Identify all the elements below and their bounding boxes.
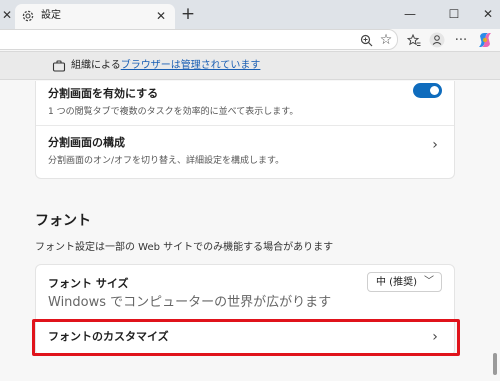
window-close-icon[interactable]: ✕ [470, 2, 500, 26]
minimize-icon[interactable]: — [392, 2, 428, 26]
font-size-select[interactable]: 中 (推奨) ﹀ [367, 272, 442, 292]
chevron-right-icon[interactable]: › [430, 138, 440, 152]
copilot-icon[interactable] [476, 31, 494, 49]
split-screen-card: 分割画面を有効にする 1 つの閲覧タブで複数のタスクを効率的に並べて表示します。… [35, 81, 455, 179]
briefcase-icon [52, 60, 66, 72]
gear-icon [22, 10, 34, 22]
managed-browser-infobar: 組織によるブラウザーは管理されています [0, 51, 500, 80]
customize-fonts-highlight [32, 319, 460, 356]
scroll-thumb[interactable] [493, 353, 497, 375]
managed-notice-prefix: 組織による [71, 60, 121, 71]
tab-settings[interactable]: 設定 ✕ [15, 4, 175, 29]
settings-content: 分割画面を有効にする 1 つの閲覧タブで複数のタスクを効率的に並べて表示します。… [0, 81, 490, 381]
managed-browser-link[interactable]: ブラウザーは管理されています [121, 60, 261, 71]
font-sample-text: Windows でコンピューターの世界が広がります [48, 295, 332, 310]
zoom-icon[interactable] [357, 31, 375, 49]
more-icon[interactable]: ··· [452, 31, 470, 49]
maximize-icon[interactable]: ☐ [436, 2, 472, 26]
split-screen-enable-title: 分割画面を有効にする [48, 87, 159, 100]
close-tab-icon[interactable]: ✕ [153, 8, 169, 24]
divider [36, 125, 454, 126]
split-screen-toggle[interactable] [413, 83, 442, 98]
toolbar: ☆ ··· [0, 29, 500, 51]
managed-notice: 組織によるブラウザーは管理されています [71, 59, 260, 73]
favorites-icon[interactable] [405, 31, 423, 49]
plus-icon[interactable]: + [178, 5, 198, 25]
split-screen-config-desc: 分割画面のオン/オフを切り替え、詳細設定を構成します。 [48, 156, 285, 166]
chevron-down-icon: ﹀ [424, 276, 434, 287]
fonts-section-desc: フォント設定は一部の Web サイトでのみ機能する場合があります [35, 242, 334, 253]
profile-icon[interactable] [428, 31, 446, 49]
split-screen-enable-desc: 1 つの閲覧タブで複数のタスクを効率的に並べて表示します。 [48, 107, 299, 117]
scrollbar[interactable] [490, 81, 500, 381]
font-size-value: 中 (推奨) [376, 277, 417, 288]
address-bar[interactable] [0, 29, 398, 50]
fonts-section-title: フォント [35, 213, 91, 229]
favorite-star-icon[interactable]: ☆ [377, 31, 395, 49]
close-previous-tab-icon[interactable]: ✕ [0, 6, 14, 24]
toggle-knob [430, 86, 439, 95]
title-bar: ✕ 設定 ✕ + — ☐ ✕ [0, 0, 500, 29]
split-screen-config-title: 分割画面の構成 [48, 136, 125, 149]
font-size-label: フォント サイズ [48, 277, 129, 290]
tab-title: 設定 [41, 10, 61, 21]
